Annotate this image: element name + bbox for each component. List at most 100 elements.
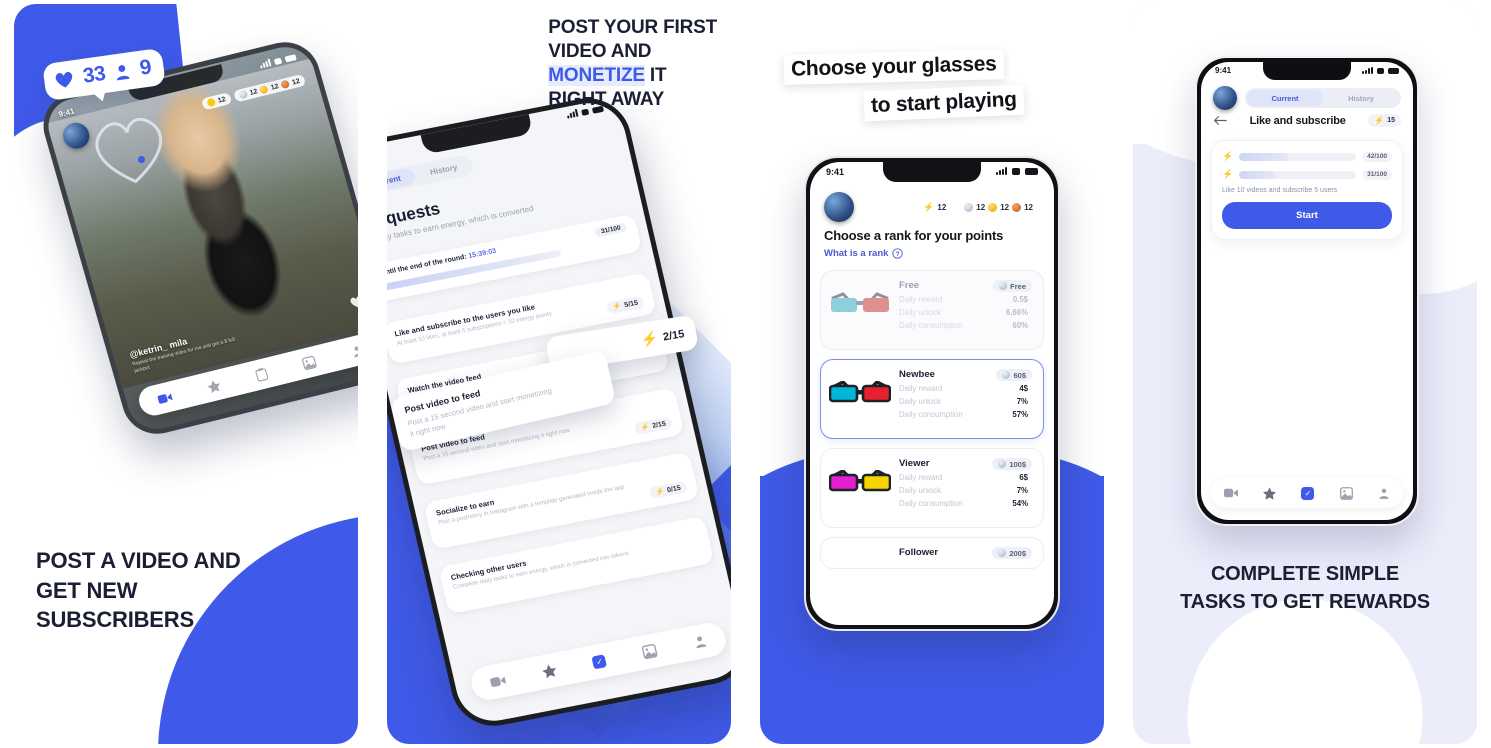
rank-body: Newbee 60$ Daily reward 4$ Daily unlock 7%… [899,369,1032,419]
round-timer: 15:39:03 [467,247,497,260]
follower-count: 9 [138,55,153,80]
coin-pill-group[interactable]: 12 12 12 [957,198,1040,216]
silver-coin-icon [999,282,1008,290]
what-is-a-rank-link[interactable]: What is a rank ? [824,248,904,259]
silver-coin-icon [237,89,248,100]
person-icon [117,64,130,80]
bolt-icon [206,97,217,108]
gallery-icon[interactable] [641,643,658,660]
stat-value: 54% [1012,499,1028,508]
coin-balance-row: ⚡ 12 12 12 12 [916,198,1040,216]
rank-price-value: 60$ [1013,370,1026,380]
avatar[interactable] [1213,86,1237,110]
progress-count: 42/100 [1362,151,1392,162]
tab-history[interactable]: History [414,156,472,183]
stat-value: 60% [1012,321,1028,330]
stat-value: 7% [1016,397,1028,406]
phone-notch [420,114,534,155]
tasks-icon[interactable]: ✓ [591,653,608,669]
panel-post-video: 33 9 9:41 12 12 12 12 @ketrin_ mila Repe… [14,4,358,744]
quest-energy-value: 0/15 [666,484,682,494]
quest-energy-value: 2/15 [651,419,667,430]
link-label: What is a rank [824,248,889,259]
rank-card-newbee[interactable]: Newbee 60$ Daily reward 4$ Daily unlock 7%… [820,359,1044,439]
video-icon[interactable] [1223,488,1238,498]
panel-headline: Choose your glasses to start playing [760,49,1104,122]
panel-monetize: POST YOUR FIRST VIDEO AND MONETIZE IT RI… [387,4,731,744]
rank-card-viewer[interactable]: Viewer 100$ Daily reward 6$ Daily unlock 7… [820,448,1044,528]
segmented-tabs: Current History [387,153,476,197]
rank-stat-row: Daily unlock 7% [899,397,1032,406]
rank-body: Follower 200$ [899,547,1032,559]
panel-rewards: 9:41 Current History Like and subscribe … [1133,4,1477,744]
stat-value: 57% [1012,410,1028,419]
stat-label: Daily unlock [899,397,942,406]
headline-highlight: MONETIZE [548,64,645,86]
arrow-left-icon[interactable] [1213,115,1227,126]
phone-screen: 9:41 ⚡ 12 12 12 12 Choose a rank for you… [810,162,1054,625]
tab-current[interactable]: Current [1247,90,1323,106]
decor-white-circle-bottom [1187,599,1423,744]
rank-card-follower[interactable]: Follower 200$ [820,537,1044,569]
progress-row: ⚡ 42/100 [1222,151,1392,162]
tasks-icon[interactable] [254,367,268,382]
task-card: ⚡ 42/100 ⚡ 31/100 Like 10 videos and sub… [1211,140,1403,240]
silver-coin-icon [998,460,1007,468]
gold-coin-icon [988,202,998,212]
video-icon[interactable] [489,674,507,688]
start-button[interactable]: Start [1222,202,1392,229]
gallery-icon[interactable] [301,355,317,371]
stat-label: Daily reward [899,384,943,393]
rank-list: Free Free Daily reward 0.5$ Daily unlock 6… [820,270,1044,625]
panel-glasses: Choose your glasses to start playing 9:4… [760,4,1104,744]
video-icon[interactable] [156,391,173,405]
rank-card-free[interactable]: Free Free Daily reward 0.5$ Daily unlock 6… [820,270,1044,350]
headline-line-1: Choose your glasses [783,49,1004,85]
profile-icon[interactable] [692,634,708,650]
phone-notch [883,162,981,182]
stat-value: 0.5$ [1012,295,1028,304]
headline-line-3: MONETIZE IT [548,64,717,88]
signal-wifi-battery-icon [1362,66,1399,74]
progress-count: 31/100 [1362,169,1392,180]
rank-stat-row: Daily consumption 60% [899,321,1032,330]
panel-headline: COMPLETE SIMPLE TASKS TO GET REWARDS [1180,563,1430,613]
round-progress-value: 31/100 [594,222,628,238]
stat-label: Daily reward [899,295,943,304]
cyan-red-grey-glasses-icon [821,280,899,318]
stat-label: Daily unlock [899,486,942,495]
stat-value: 6.66% [1005,308,1028,317]
progress-row: ⚡ 31/100 [1222,169,1392,180]
star-icon[interactable] [541,663,558,679]
energy-pill[interactable]: 12 [200,92,232,111]
progress-bar [1239,152,1357,161]
phone-mockup-task: 9:41 Current History Like and subscribe … [1195,56,1419,526]
gallery-icon[interactable] [1339,486,1353,500]
bronze-coin-icon [1012,202,1022,212]
energy-badge-value: 15 [1387,117,1395,124]
silver-value: 12 [976,202,986,212]
stat-value: 4$ [1019,384,1028,393]
star-icon[interactable] [1263,486,1277,500]
stat-label: Daily consumption [899,499,963,508]
phone-mockup-ranks: 9:41 ⚡ 12 12 12 12 Choose a rank for you… [804,156,1060,631]
headline-line-4: RIGHT AWAY [548,88,665,110]
cyan-red-glasses-icon [821,369,899,407]
avatar[interactable] [824,192,854,222]
phone-header: ⚡ 12 12 12 12 [824,192,1040,222]
rank-stat-row: Daily unlock 7% [899,486,1032,495]
rank-stat-row: Daily unlock 6.66% [899,308,1032,317]
star-icon[interactable] [205,378,221,394]
profile-icon[interactable] [349,343,358,358]
question-circle-icon: ? [892,248,904,259]
bottom-nav: ✓ [1211,478,1403,508]
phone-header: Current History [1213,86,1401,110]
tab-current[interactable]: Current [387,167,417,195]
stat-label: Daily consumption [899,410,963,419]
svg-text:?: ? [896,251,900,258]
profile-icon[interactable] [1378,487,1390,500]
gold-value: 12 [1000,202,1010,212]
tasks-icon[interactable]: ✓ [1301,486,1315,500]
energy-pill[interactable]: ⚡ 12 [916,198,954,216]
tab-history[interactable]: History [1323,90,1399,106]
